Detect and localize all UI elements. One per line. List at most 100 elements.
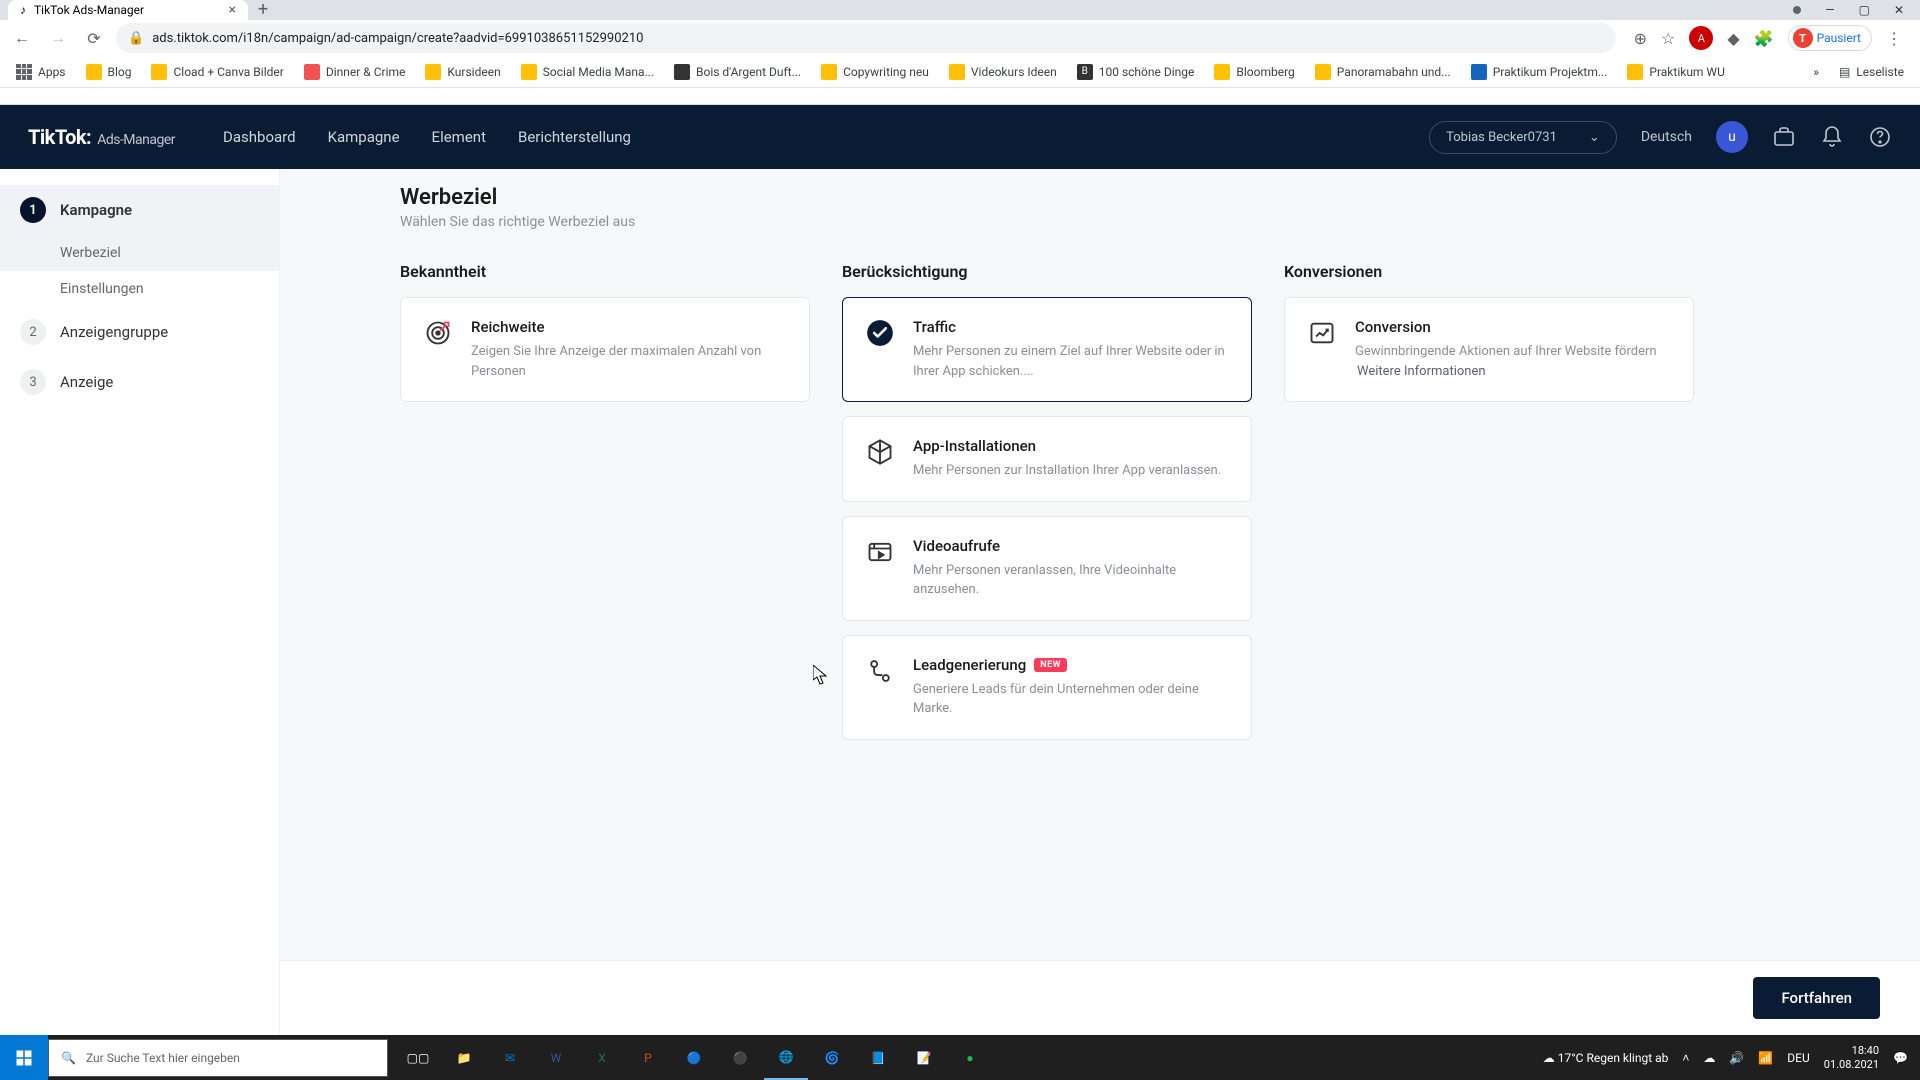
objective-reach[interactable]: Reichweite Zeigen Sie Ihre Anzeige der m…: [400, 297, 810, 402]
bookmark-item[interactable]: Dinner & Crime: [296, 60, 414, 84]
lead-icon: [865, 656, 895, 686]
clock[interactable]: 18:40 01.08.2021: [1824, 1044, 1879, 1070]
new-tab-button[interactable]: +: [248, 0, 278, 20]
content-area: Werbeziel Wählen Sie das richtige Werbez…: [280, 169, 1920, 1035]
objective-video-views[interactable]: Videoaufrufe Mehr Personen veranlassen, …: [842, 516, 1252, 621]
more-info-link[interactable]: Weitere Informationen: [1357, 364, 1486, 379]
bookmarks-overflow-icon[interactable]: »: [1813, 65, 1819, 79]
excel-icon[interactable]: X: [580, 1035, 624, 1080]
extension-generic-icon[interactable]: ◆: [1727, 29, 1739, 48]
bookmark-item[interactable]: Kursideen: [417, 60, 508, 84]
task-view-icon[interactable]: ▢▢: [396, 1035, 440, 1080]
reload-button[interactable]: ⟳: [80, 24, 108, 52]
substep-objective[interactable]: Werbeziel: [0, 235, 279, 271]
app-header: TikTok: Ads-Manager Dashboard Kampagne E…: [0, 105, 1920, 169]
explorer-icon[interactable]: 📁: [442, 1035, 486, 1080]
notepad-icon[interactable]: 📝: [902, 1035, 946, 1080]
forward-button[interactable]: →: [44, 24, 72, 52]
target-icon: [423, 318, 453, 348]
account-dropdown[interactable]: Tobias Becker0731 ⌄: [1429, 121, 1617, 154]
bookmarks-bar: Apps Blog Cload + Canva Bilder Dinner & …: [0, 56, 1920, 88]
apps-button[interactable]: Apps: [8, 60, 74, 84]
url-input[interactable]: 🔒 ads.tiktok.com/i18n/campaign/ad-campai…: [116, 23, 1616, 53]
objective-lead-gen[interactable]: Leadgenerierung NEW Generiere Leads für …: [842, 635, 1252, 740]
page-footer: Fortfahren: [280, 960, 1920, 1035]
language-indicator[interactable]: DEU: [1787, 1051, 1809, 1065]
bookmark-item[interactable]: Bloomberg: [1206, 60, 1302, 84]
chrome-icon[interactable]: 🌐: [764, 1035, 808, 1080]
bookmark-item[interactable]: Videokurs Ideen: [941, 60, 1065, 84]
edge-icon[interactable]: 🌀: [810, 1035, 854, 1080]
chevron-down-icon: ⌄: [1589, 130, 1600, 145]
bookmark-item[interactable]: Bois d'Argent Duft...: [666, 60, 809, 84]
stepper-sidebar: 1 Kampagne Werbeziel Einstellungen 2 Anz…: [0, 169, 280, 1035]
windows-taskbar: 🔍 Zur Suche Text hier eingeben ▢▢ 📁 ✉ W …: [0, 1035, 1920, 1080]
bookmark-item[interactable]: Copywriting neu: [813, 60, 937, 84]
step-adgroup[interactable]: 2 Anzeigengruppe: [0, 307, 279, 357]
column-conversions: Konversionen Conversion Gewinnbringende …: [1284, 262, 1694, 754]
continue-button[interactable]: Fortfahren: [1753, 977, 1880, 1019]
user-badge[interactable]: u: [1716, 121, 1748, 153]
objective-conversion[interactable]: Conversion Gewinnbringende Aktionen auf …: [1284, 297, 1694, 402]
help-icon[interactable]: [1868, 125, 1892, 149]
word-icon[interactable]: W: [534, 1035, 578, 1080]
bookmark-star-icon[interactable]: ☆: [1661, 29, 1675, 48]
search-url-icon[interactable]: ⊕: [1634, 29, 1647, 48]
close-window-button[interactable]: ✕: [1894, 3, 1904, 17]
bookmark-item[interactable]: Praktikum Projektm...: [1463, 60, 1616, 84]
objective-app-installs[interactable]: App-Installationen Mehr Personen zur Ins…: [842, 416, 1252, 502]
page-heading: Werbeziel: [400, 185, 1872, 210]
bookmark-item[interactable]: Blog: [78, 60, 140, 84]
briefcase-icon[interactable]: [1772, 125, 1796, 149]
minimize-button[interactable]: —: [1825, 3, 1834, 17]
main-layout: 1 Kampagne Werbeziel Einstellungen 2 Anz…: [0, 169, 1920, 1035]
step-campaign[interactable]: 1 Kampagne: [0, 185, 279, 235]
reading-list-icon: ▤: [1839, 65, 1850, 79]
app-icon-2[interactable]: 📘: [856, 1035, 900, 1080]
bookmark-item[interactable]: Cload + Canva Bilder: [143, 60, 291, 84]
volume-icon[interactable]: 🔊: [1729, 1051, 1744, 1065]
bookmark-item[interactable]: Social Media Mana...: [513, 60, 662, 84]
tab-title: TikTok Ads-Manager: [34, 3, 144, 17]
profile-button[interactable]: T Pausiert: [1788, 25, 1872, 51]
new-badge: NEW: [1034, 658, 1067, 672]
step-ad[interactable]: 3 Anzeige: [0, 357, 279, 407]
language-selector[interactable]: Deutsch: [1641, 129, 1692, 145]
back-button[interactable]: ←: [8, 24, 36, 52]
weather-widget[interactable]: ☁ 17°C Regen klingt ab: [1543, 1051, 1669, 1065]
account-dot-icon[interactable]: [1793, 6, 1801, 14]
obs-icon[interactable]: ⚫: [718, 1035, 762, 1080]
objective-traffic[interactable]: Traffic Mehr Personen zu einem Ziel auf …: [842, 297, 1252, 402]
bell-icon[interactable]: [1820, 125, 1844, 149]
powerpoint-icon[interactable]: P: [626, 1035, 670, 1080]
close-tab-icon[interactable]: ×: [229, 2, 236, 18]
reading-list-button[interactable]: ▤Leseliste: [1831, 61, 1912, 83]
taskbar-search[interactable]: 🔍 Zur Suche Text hier eingeben: [48, 1039, 388, 1077]
browser-tab[interactable]: ♪ TikTok Ads-Manager ×: [8, 0, 248, 20]
nav-reporting[interactable]: Berichterstellung: [518, 128, 631, 146]
browser-chrome: ♪ TikTok Ads-Manager × + — ▢ ✕ ← → ⟳ 🔒 a…: [0, 0, 1920, 105]
nav-element[interactable]: Element: [432, 128, 486, 146]
tiktok-favicon: ♪: [20, 3, 26, 17]
nav-campaign[interactable]: Kampagne: [328, 128, 400, 146]
tab-bar: ♪ TikTok Ads-Manager × + — ▢ ✕: [0, 0, 1920, 20]
spotify-icon[interactable]: ●: [948, 1035, 992, 1080]
onedrive-icon[interactable]: ☁: [1703, 1051, 1715, 1065]
bookmark-item[interactable]: B100 schöne Dinge: [1069, 60, 1203, 84]
notifications-icon[interactable]: 💬: [1893, 1051, 1908, 1065]
bookmark-item[interactable]: Praktikum WU: [1619, 60, 1732, 84]
column-awareness: Bekanntheit Reichweite Zeigen Sie Ihre A…: [400, 262, 810, 754]
extensions-puzzle-icon[interactable]: 🧩: [1754, 29, 1774, 48]
mail-icon[interactable]: ✉: [488, 1035, 532, 1080]
tray-chevron-icon[interactable]: ˄: [1682, 1051, 1689, 1065]
wifi-icon[interactable]: 📶: [1758, 1051, 1773, 1065]
extension-adblock-icon[interactable]: A: [1689, 26, 1713, 50]
substep-settings[interactable]: Einstellungen: [0, 271, 279, 307]
tiktok-logo[interactable]: TikTok: Ads-Manager: [28, 125, 175, 149]
start-button[interactable]: [0, 1035, 48, 1080]
maximize-button[interactable]: ▢: [1859, 3, 1870, 17]
menu-dots-icon[interactable]: ⋮: [1886, 29, 1902, 48]
app-icon[interactable]: 🔵: [672, 1035, 716, 1080]
bookmark-item[interactable]: Panoramabahn und...: [1307, 60, 1459, 84]
nav-dashboard[interactable]: Dashboard: [223, 128, 296, 146]
